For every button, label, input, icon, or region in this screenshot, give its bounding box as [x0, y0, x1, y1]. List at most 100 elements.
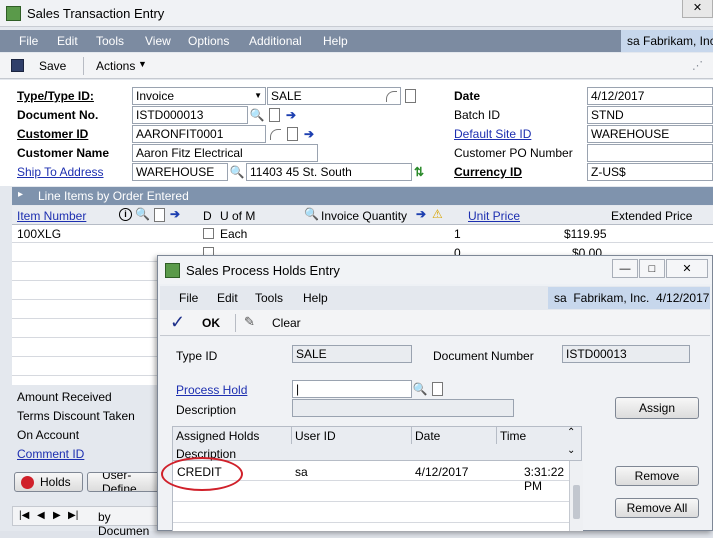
process-hold-link[interactable]: Process Hold [176, 383, 247, 397]
note-icon[interactable] [403, 88, 417, 104]
date-field[interactable]: 4/12/2017 [587, 87, 713, 105]
refresh-icon[interactable]: ⇅ [412, 164, 426, 180]
document-no-field[interactable]: ISTD000013 [132, 106, 248, 124]
arrow-right-icon[interactable]: ➔ [284, 107, 298, 123]
last-record-icon[interactable]: ▶| [68, 510, 78, 521]
holds-grid-header: Assigned Holds User ID Date Time Descrip… [172, 426, 582, 461]
clear-button[interactable]: Clear [272, 316, 301, 330]
table-row[interactable] [173, 482, 583, 502]
col-item-number[interactable]: Item Number [17, 209, 86, 223]
note-icon[interactable] [430, 381, 444, 397]
ok-button[interactable]: OK [202, 316, 220, 330]
col-unit-price[interactable]: Unit Price [468, 209, 520, 223]
holds-button[interactable]: Holds [14, 472, 83, 492]
menu-file[interactable]: File [179, 291, 198, 305]
warning-icon: ⚠ [432, 207, 443, 221]
app-window-icon [6, 6, 21, 21]
arrow-right-icon[interactable]: ➔ [302, 126, 316, 142]
menu-additional[interactable]: Additional [249, 34, 302, 48]
header-divider [291, 427, 292, 444]
remove-all-button-label: Remove All [626, 501, 688, 515]
currency-id-field[interactable]: Z-US$ [587, 163, 713, 181]
lookup-arc-icon[interactable] [268, 126, 282, 142]
holds-body: Type ID SALE Document Number ISTD00013 P… [160, 337, 710, 531]
batch-id-field[interactable]: STND [587, 106, 713, 124]
menu-file[interactable]: File [19, 34, 38, 48]
type-id-value: SALE [296, 347, 327, 361]
ship-to-field[interactable]: WAREHOUSE [132, 163, 228, 181]
amount-received-label: Amount Received [17, 390, 112, 404]
search-icon[interactable]: 🔍 [250, 107, 265, 123]
arrow-right-icon[interactable]: ➔ [416, 207, 426, 221]
collapse-icon[interactable]: ⌃ [567, 427, 575, 438]
search-icon[interactable]: 🔍 [230, 164, 245, 180]
maximize-icon[interactable]: □ [639, 259, 665, 278]
note-icon[interactable] [267, 107, 281, 123]
ship-to-address-field[interactable]: 11403 45 St. South [246, 163, 412, 181]
type-select[interactable]: Invoice ▼ [132, 87, 266, 105]
default-site-id-field[interactable]: WAREHOUSE [587, 125, 713, 143]
chevron-down-icon: ▼ [254, 91, 262, 100]
batch-id-value: STND [591, 108, 624, 122]
remove-all-button[interactable]: Remove All [615, 498, 699, 518]
menu-tools[interactable]: Tools [255, 291, 283, 305]
info-icon[interactable]: i [119, 208, 132, 221]
user-defined-button[interactable]: User-Define [87, 472, 160, 492]
customer-name-field[interactable]: Aaron Fitz Electrical [132, 144, 318, 162]
line-items-grid-header: Item Number i 🔍 ➔ D U of M 🔍 Invoice Qua… [12, 206, 713, 225]
menu-options[interactable]: Options [188, 34, 229, 48]
checkbox-drop-ship[interactable] [203, 228, 214, 239]
cell-item-number: 100XLG [17, 227, 62, 241]
search-icon[interactable]: 🔍 [413, 381, 428, 397]
type-id-label: Type ID [176, 349, 218, 363]
remove-button[interactable]: Remove [615, 466, 699, 486]
company-indicator: sa Fabrikam, Inc. [621, 30, 713, 52]
header-divider [411, 427, 412, 444]
ship-to-address-link[interactable]: Ship To Address [17, 165, 104, 179]
document-number-value: ISTD00013 [566, 347, 627, 361]
search-icon[interactable]: 🔍 [135, 207, 150, 221]
default-site-id-link[interactable]: Default Site ID [454, 127, 531, 141]
line-items-bar: ▸ Line Items by Order Entered [12, 187, 713, 205]
remove-button-label: Remove [634, 469, 680, 483]
note-icon[interactable] [285, 126, 299, 142]
menu-tools[interactable]: Tools [96, 34, 124, 48]
table-row[interactable] [173, 503, 583, 523]
menu-view[interactable]: View [145, 34, 171, 48]
holds-status-indicator: sa Fabrikam, Inc. 4/12/2017 [548, 287, 710, 309]
minimize-icon[interactable]: — [612, 259, 638, 278]
menu-edit[interactable]: Edit [217, 291, 238, 305]
ship-to-value: WAREHOUSE [136, 165, 215, 179]
process-hold-input[interactable]: | [292, 380, 412, 398]
note-icon[interactable] [154, 208, 165, 222]
table-row[interactable]: 100XLG Each 1 $119.95 [12, 225, 713, 243]
holds-grid-scrollbar[interactable] [569, 461, 583, 531]
close-icon[interactable]: ✕ [666, 259, 708, 278]
prev-record-icon[interactable]: ◀ [37, 510, 45, 521]
menu-help[interactable]: Help [303, 291, 328, 305]
first-record-icon[interactable]: |◀ [19, 510, 29, 521]
customer-po-field[interactable] [587, 144, 713, 162]
type-id-field[interactable]: SALE [267, 87, 401, 105]
save-button[interactable]: Save [39, 59, 66, 73]
date-label: Date [454, 89, 481, 103]
description-field [292, 399, 514, 417]
arrow-right-icon[interactable]: ➔ [170, 207, 180, 221]
customer-id-field[interactable]: AARONFIT0001 [132, 125, 266, 143]
expand-icon[interactable]: ⌄ [567, 445, 575, 456]
cell-date: 4/12/2017 [415, 465, 469, 479]
menu-edit[interactable]: Edit [57, 34, 78, 48]
main-window-title: Sales Transaction Entry [27, 6, 165, 21]
currency-id-label: Currency ID [454, 165, 523, 179]
next-record-icon[interactable]: ▶ [53, 510, 61, 521]
comment-id-link[interactable]: Comment ID [17, 447, 84, 461]
actions-button[interactable]: Actions [96, 59, 135, 73]
menu-help[interactable]: Help [323, 34, 348, 48]
search-icon[interactable]: 🔍 [304, 207, 319, 221]
close-icon[interactable]: ✕ [682, 0, 713, 18]
sort-order-label[interactable]: by Documen [98, 510, 159, 538]
assign-button[interactable]: Assign [615, 397, 699, 419]
expand-icon[interactable]: ▸ [18, 189, 23, 200]
lookup-arc-icon[interactable] [384, 88, 398, 104]
scrollbar-thumb[interactable] [573, 485, 580, 519]
